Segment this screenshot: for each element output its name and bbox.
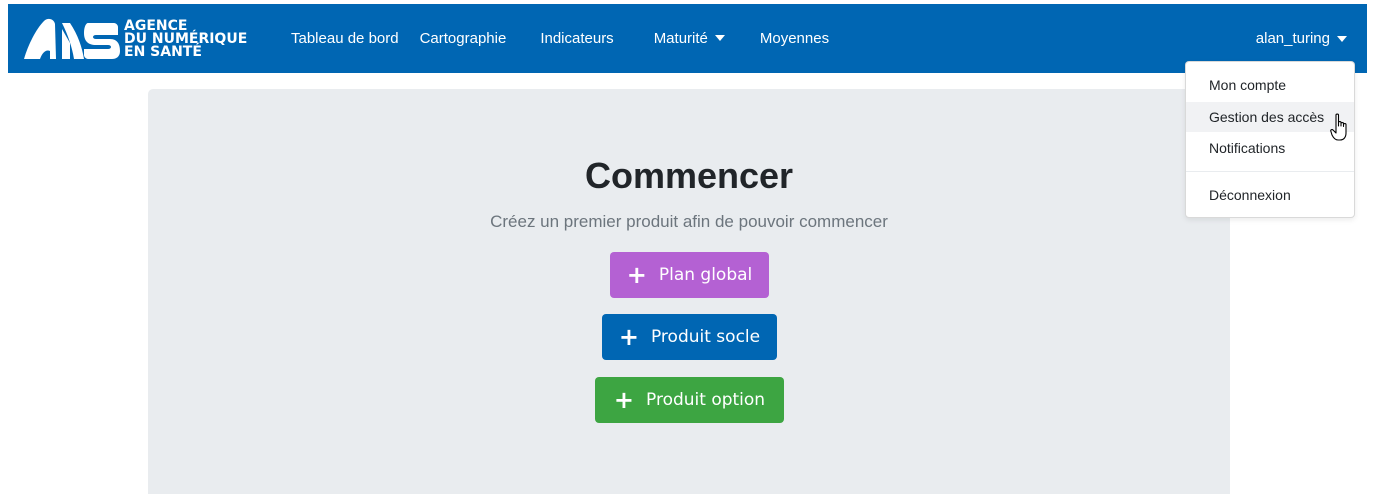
- menu-item-gestion-des-acces[interactable]: Gestion des accès: [1186, 102, 1354, 132]
- button-label: Produit socle: [650, 327, 761, 347]
- menu-item-notifications[interactable]: Notifications: [1186, 133, 1354, 163]
- main-nav: Tableau de bord Cartographie Indicateurs…: [291, 4, 829, 73]
- ans-logo-icon: [24, 18, 120, 59]
- nav-maturite-dropdown[interactable]: Maturité: [654, 30, 725, 47]
- username: alan_turing: [1255, 30, 1330, 47]
- nav-tableau-de-bord[interactable]: Tableau de bord: [291, 30, 399, 47]
- getting-started-panel: Commencer Créez un premier produit afin …: [148, 89, 1230, 494]
- menu-item-deconnexion[interactable]: Déconnexion: [1186, 180, 1354, 210]
- page-lead: Créez un premier produit afin de pouvoir…: [490, 212, 888, 231]
- plus-icon: +: [618, 323, 639, 351]
- brand-logo[interactable]: AGENCE DU NUMÉRIQUE EN SANTÉ: [22, 15, 247, 63]
- button-label: Produit option: [646, 390, 766, 410]
- nav-cartographie[interactable]: Cartographie: [420, 30, 507, 47]
- add-plan-global-button[interactable]: + Plan global: [610, 252, 769, 298]
- nav-maturite-label: Maturité: [653, 30, 708, 47]
- menu-divider: [1186, 171, 1354, 172]
- add-produit-option-button[interactable]: + Produit option: [595, 377, 784, 423]
- caret-down-icon: [714, 35, 725, 41]
- plus-icon: +: [626, 261, 647, 289]
- brand-line-3: EN SANTÉ: [124, 43, 202, 60]
- caret-down-icon: [1337, 35, 1347, 42]
- add-produit-socle-button[interactable]: + Produit socle: [602, 314, 777, 360]
- hand-cursor-icon: [1330, 113, 1347, 141]
- nav-moyennes[interactable]: Moyennes: [760, 30, 829, 47]
- brand-name: AGENCE DU NUMÉRIQUE EN SANTÉ: [124, 19, 247, 60]
- page-title: Commencer: [584, 155, 794, 196]
- button-label: Plan global: [658, 265, 753, 285]
- top-navbar: AGENCE DU NUMÉRIQUE EN SANTÉ Tableau de …: [8, 4, 1367, 73]
- plus-icon: +: [613, 386, 634, 414]
- nav-indicateurs[interactable]: Indicateurs: [540, 30, 613, 47]
- menu-item-mon-compte[interactable]: Mon compte: [1186, 70, 1354, 100]
